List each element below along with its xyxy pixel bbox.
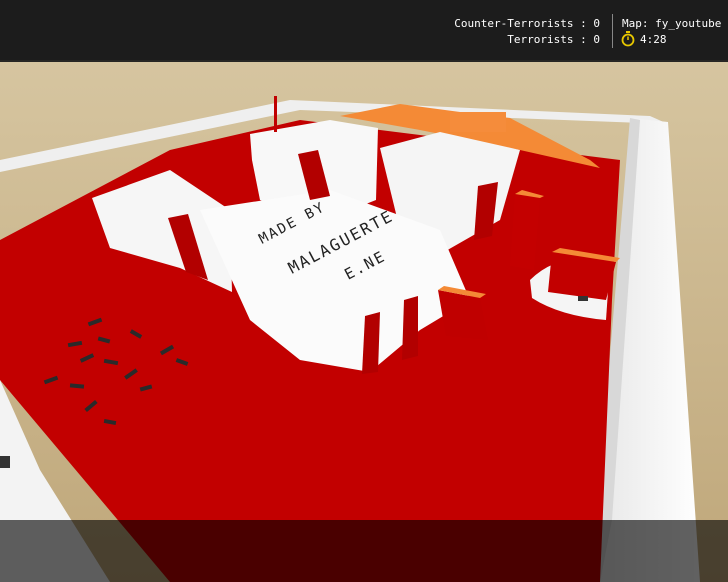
red-slit-4 (402, 296, 418, 360)
map-3d-view: MADE BY MALAGUERTE E.NE (0, 60, 728, 582)
stopwatch-icon (621, 31, 635, 47)
round-timer: 4:28 (640, 33, 667, 46)
map-name: Map: fy_youtube (622, 17, 722, 30)
game-viewport: MADE BY MALAGUERTE E.NE Counter-Terroris… (0, 0, 728, 582)
red-pole (274, 96, 277, 132)
hud-top-bar (0, 0, 728, 62)
hud-divider (612, 14, 613, 48)
weapon-on-platform (578, 296, 588, 301)
orange-crate (450, 112, 506, 132)
hud-bottom-bar (0, 520, 728, 582)
t-score: Terrorists : 0 (507, 33, 600, 46)
ct-score: Counter-Terrorists : 0 (454, 17, 600, 30)
